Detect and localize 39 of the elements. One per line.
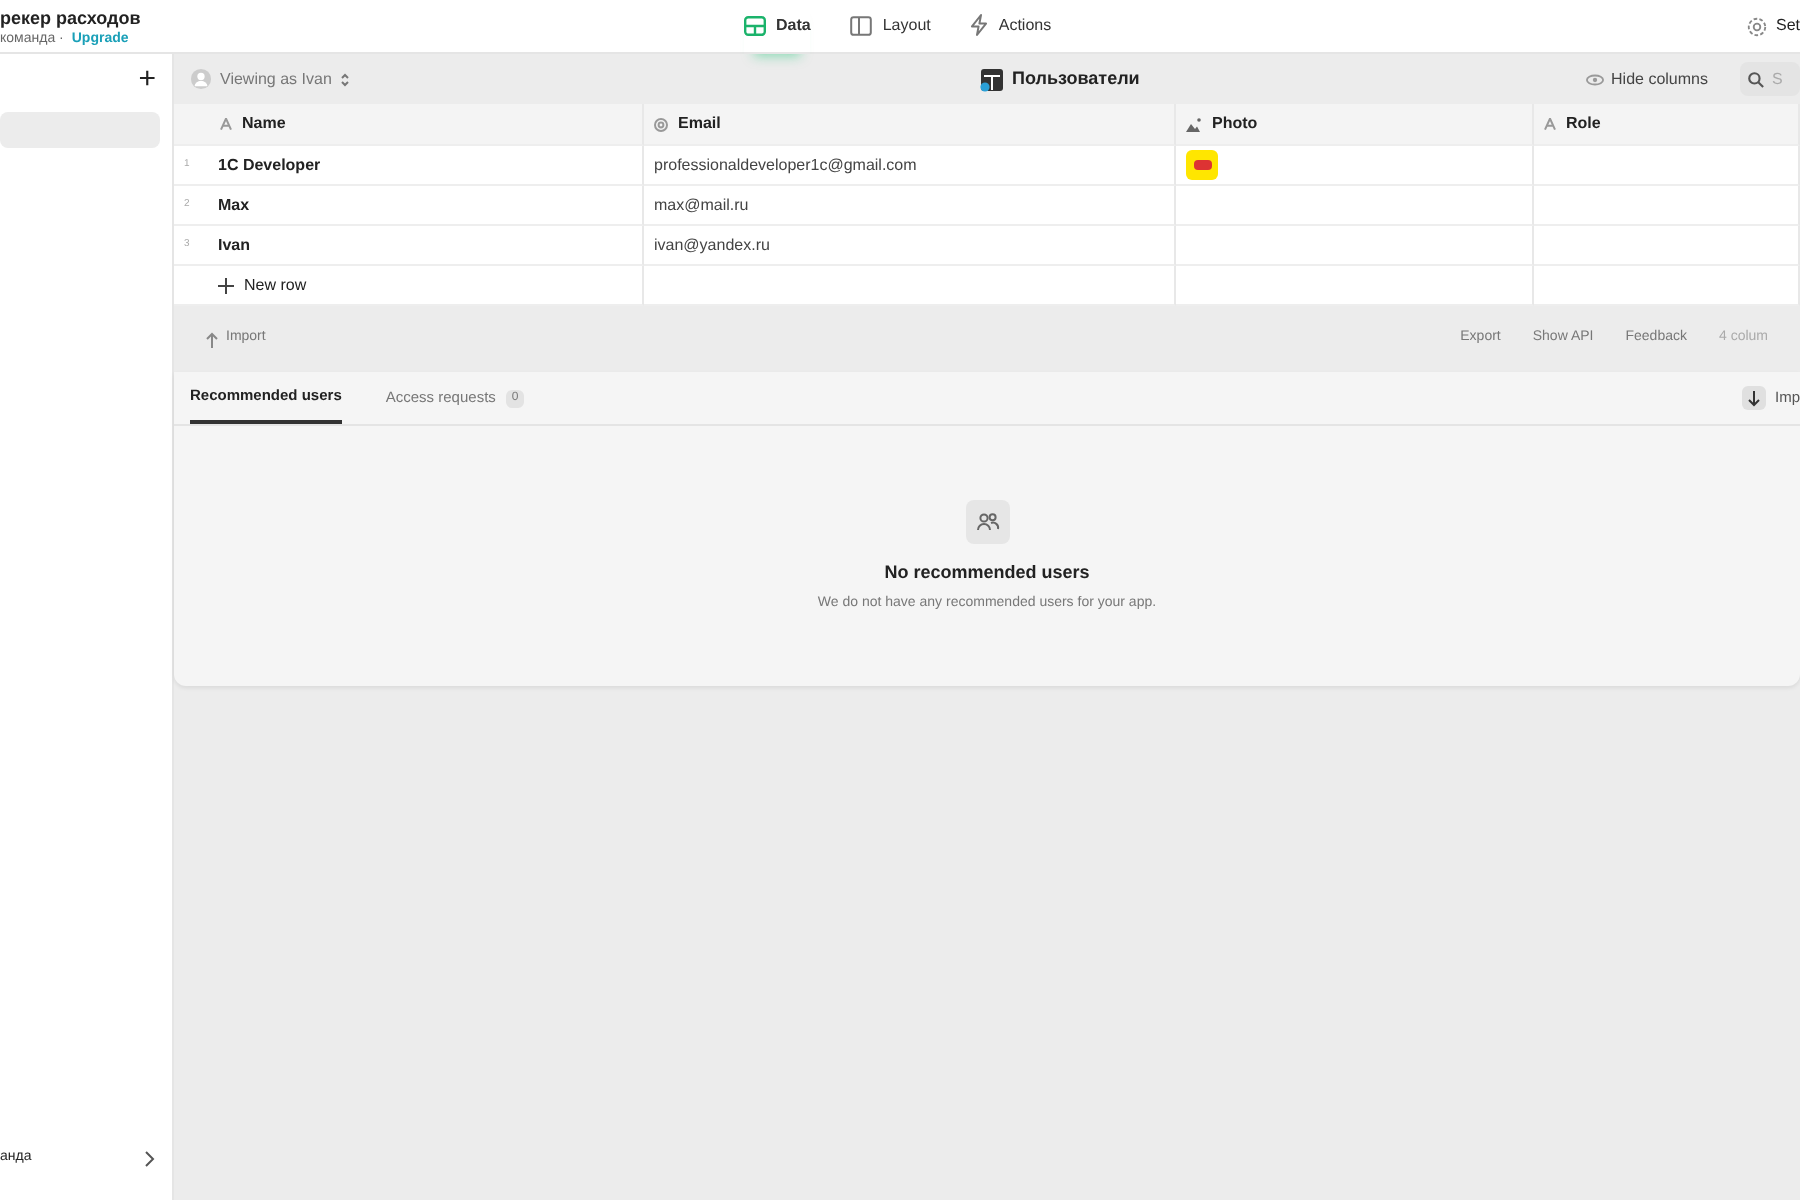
avatar-icon (190, 68, 212, 90)
book-icon (850, 15, 873, 35)
settings-label[interactable]: Set (1775, 14, 1800, 38)
table-cell: professionaldeveloper1c@gmail.com (654, 153, 917, 177)
table-icon (980, 67, 1004, 91)
column-header: Role (1566, 112, 1601, 136)
search-icon (1748, 71, 1764, 87)
nav-tab[interactable]: Actions (970, 0, 1052, 54)
hide-columns-button[interactable]: Hide columns (1611, 67, 1708, 91)
table-cell: 1C Developer (218, 153, 321, 177)
nav-tab[interactable]: Data (744, 0, 811, 54)
new-row-button[interactable]: New row (244, 273, 307, 297)
empty-state-title: No recommended users (884, 560, 1090, 586)
column-header: Email (678, 112, 721, 136)
upload-icon (206, 331, 218, 347)
at-sign-icon (654, 117, 668, 131)
column-header: Photo (1212, 112, 1258, 136)
app-title: рекер расходов (0, 9, 143, 30)
text-type-icon (1544, 118, 1556, 130)
table-title: Пользователи (1012, 65, 1140, 92)
lightning-icon (970, 14, 989, 36)
viewing-as-selector[interactable]: Viewing as Ivan (220, 67, 332, 91)
table-cell: Max (218, 193, 250, 217)
plus-icon (218, 277, 234, 293)
column-header: Name (242, 112, 286, 136)
users-icon (965, 500, 1009, 544)
table-cell: max@mail.ru (654, 193, 749, 217)
settings-icon[interactable] (1745, 15, 1768, 37)
table-cell: ivan@yandex.ru (654, 233, 770, 257)
chevron-right-icon[interactable] (144, 1149, 156, 1167)
text-type-icon (220, 118, 232, 130)
sort-icon (339, 71, 350, 87)
grid-icon (744, 15, 766, 35)
eye-icon (1585, 73, 1604, 85)
table-cell: Ivan (218, 233, 251, 257)
nav-tab[interactable]: Layout (850, 0, 931, 54)
image-type-icon (1186, 117, 1202, 131)
add-button[interactable]: + (138, 64, 156, 94)
download-icon (1742, 386, 1767, 410)
